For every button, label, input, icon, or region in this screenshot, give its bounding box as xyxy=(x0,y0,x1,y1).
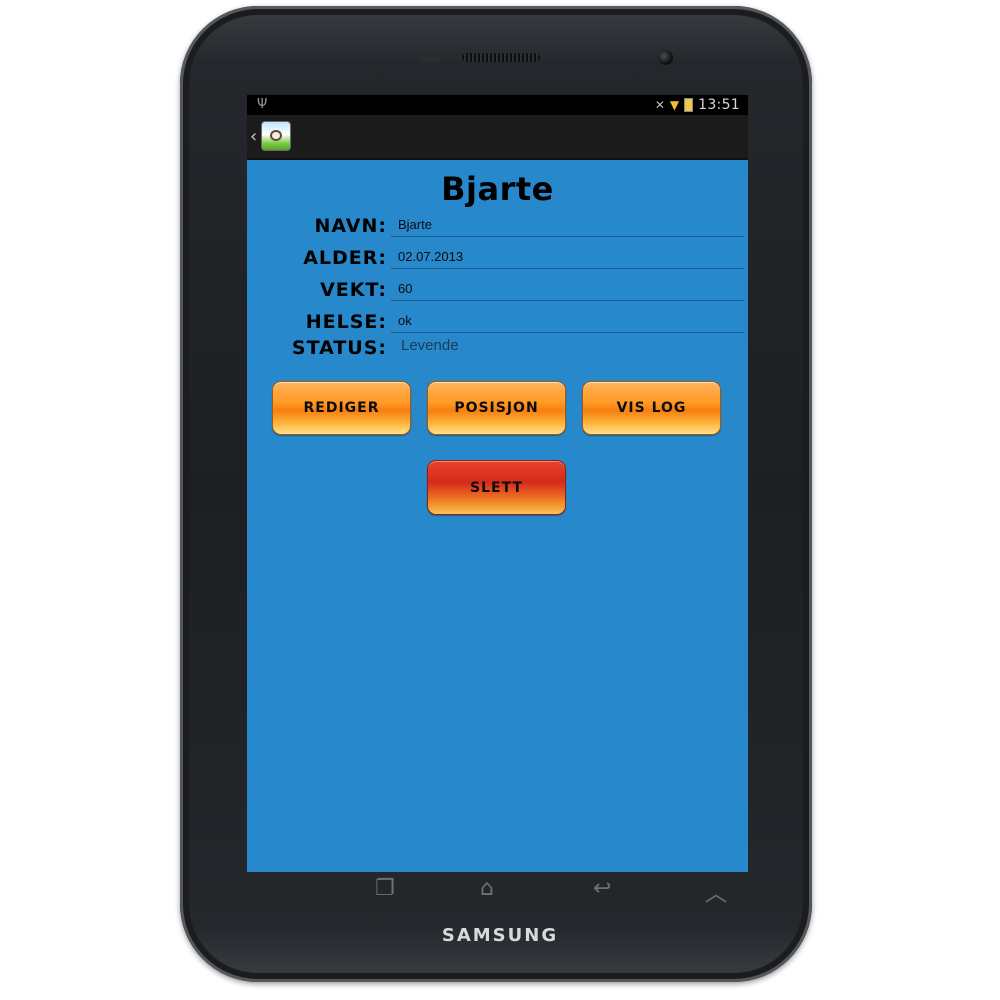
weight-field[interactable]: 60 xyxy=(391,277,744,301)
name-field[interactable]: Bjarte xyxy=(391,213,744,237)
delete-button[interactable]: SLETT xyxy=(427,460,566,515)
speaker-grille xyxy=(462,53,540,62)
screen: Ψ ✕ ▼ 13:51 ‹ Bjarte NAVN: Bjarte ALDER:… xyxy=(247,95,748,872)
health-field[interactable]: ok xyxy=(391,309,744,333)
page-title: Bjarte xyxy=(441,170,554,208)
chevron-left-icon[interactable]: ‹ xyxy=(250,126,257,147)
battery-icon xyxy=(684,98,694,112)
home-icon[interactable]: ⌂ xyxy=(480,876,494,901)
mute-icon: ✕ xyxy=(654,98,665,112)
position-button[interactable]: POSISJON xyxy=(427,381,566,435)
field-row-weight: VEKT: 60 xyxy=(247,277,748,307)
action-bar: ‹ xyxy=(247,115,748,160)
show-log-button[interactable]: VIS LOG xyxy=(582,381,721,435)
status-bar: Ψ ✕ ▼ 13:51 xyxy=(247,95,748,115)
usb-icon: Ψ xyxy=(257,97,268,112)
clock: 13:51 xyxy=(698,97,740,113)
brand-logo: SAMSUNG xyxy=(441,925,559,946)
status-value: Levende xyxy=(401,337,459,354)
edit-button[interactable]: REDIGER xyxy=(272,381,411,435)
detail-panel: Bjarte NAVN: Bjarte ALDER: 02.07.2013 VE… xyxy=(247,160,748,872)
age-label: ALDER: xyxy=(303,247,387,269)
back-icon[interactable]: ↩ xyxy=(593,876,611,901)
status-label: STATUS: xyxy=(291,337,387,359)
status-icons: ✕ ▼ 13:51 xyxy=(655,97,740,113)
field-row-age: ALDER: 02.07.2013 xyxy=(247,245,748,275)
recent-apps-icon[interactable]: ❐ xyxy=(375,876,395,901)
name-label: NAVN: xyxy=(314,215,387,237)
field-row-name: NAVN: Bjarte xyxy=(247,213,748,243)
proximity-sensor xyxy=(420,56,442,62)
age-field[interactable]: 02.07.2013 xyxy=(391,245,744,269)
navigation-bar: ❐ ⌂ ↩ ︿ xyxy=(247,872,748,912)
wifi-icon: ▼ xyxy=(669,98,680,112)
menu-up-icon[interactable]: ︿ xyxy=(705,876,727,908)
weight-label: VEKT: xyxy=(320,279,387,301)
health-label: HELSE: xyxy=(305,311,387,333)
front-camera xyxy=(658,50,673,65)
field-row-status: STATUS: Levende xyxy=(247,335,748,365)
cow-app-icon[interactable] xyxy=(262,122,290,150)
